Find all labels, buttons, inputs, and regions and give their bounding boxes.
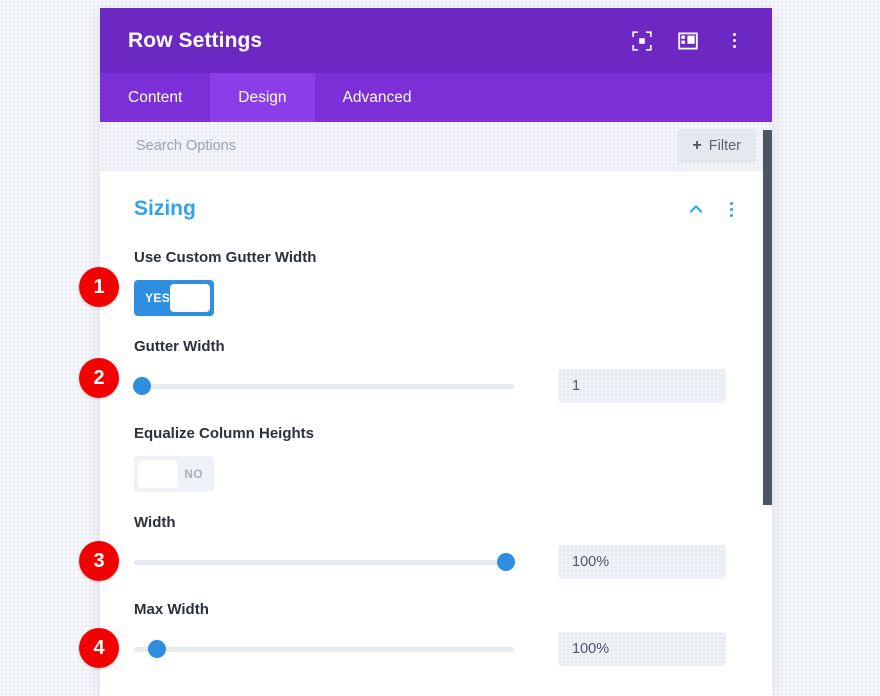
- panel-scrollbar[interactable]: [763, 130, 772, 505]
- field-label: Use Custom Gutter Width: [134, 249, 317, 266]
- search-input[interactable]: [134, 137, 678, 155]
- field-equalize-column-heights: Equalize Column Heights NO: [134, 425, 738, 492]
- titlebar-actions: [632, 30, 744, 51]
- slider-row: 100%: [134, 632, 738, 666]
- settings-tabs: Content Design Advanced: [100, 73, 772, 122]
- focus-frame-icon[interactable]: [632, 30, 652, 51]
- value-width[interactable]: 100%: [558, 545, 726, 579]
- annotation-badge-3: 3: [79, 541, 119, 581]
- filter-button-label: Filter: [708, 138, 741, 154]
- field-label: Gutter Width: [134, 338, 225, 355]
- layout-split-icon[interactable]: [678, 31, 698, 51]
- field-gutter-width: Gutter Width 1: [132, 338, 738, 403]
- tab-design[interactable]: Design: [210, 73, 315, 122]
- panel-titlebar: Row Settings: [100, 8, 772, 73]
- annotation-badge-1: 1: [79, 267, 119, 307]
- slider-thumb[interactable]: [132, 377, 151, 395]
- slider-track: [134, 559, 514, 565]
- field-label: Width: [134, 514, 176, 531]
- slider-gutter-width[interactable]: [132, 375, 514, 397]
- section-title: Sizing: [134, 197, 196, 220]
- section-more-vertical-icon[interactable]: [724, 200, 738, 218]
- value-max-width[interactable]: 100%: [558, 632, 726, 666]
- dot: [729, 207, 733, 211]
- field-label: Equalize Column Heights: [134, 425, 315, 442]
- toggle-use-custom-gutter-width[interactable]: YES: [134, 280, 214, 316]
- tab-advanced[interactable]: Advanced: [315, 73, 440, 122]
- slider-max-width[interactable]: [134, 638, 514, 660]
- row-settings-panel: Row Settings Content Design Advanced Sea…: [100, 8, 772, 696]
- plus-icon: +: [692, 137, 702, 154]
- slider-row: 100%: [134, 545, 738, 579]
- toggle-equalize-column-heights[interactable]: NO: [134, 456, 214, 492]
- field-max-width: Max Width 100%: [134, 601, 738, 666]
- section-header-sizing: Sizing: [134, 171, 738, 227]
- filter-button[interactable]: + Filter: [677, 129, 756, 163]
- slider-thumb[interactable]: [497, 553, 516, 571]
- toggle-knob: [170, 284, 210, 312]
- slider-thumb[interactable]: [147, 640, 166, 658]
- annotation-badge-2: 2: [79, 358, 119, 398]
- page-title: Row Settings: [128, 28, 263, 52]
- search-row: + Filter: [100, 122, 772, 171]
- tab-content[interactable]: Content: [100, 73, 210, 122]
- value-gutter-width[interactable]: 1: [558, 369, 726, 403]
- dot: [729, 213, 733, 217]
- toggle-knob: [138, 460, 178, 488]
- dot: [732, 45, 736, 48]
- toggle-state-label: NO: [184, 467, 203, 481]
- panel-content: Sizing Use Custom Gutter Width YES Gutte…: [100, 171, 772, 666]
- slider-row: 1: [132, 369, 738, 403]
- dot: [732, 33, 736, 36]
- chevron-up-icon[interactable]: [688, 201, 704, 217]
- slider-width[interactable]: [134, 551, 516, 573]
- dot: [729, 201, 733, 205]
- field-width: Width 100%: [134, 514, 738, 579]
- more-vertical-icon[interactable]: [724, 31, 744, 51]
- slider-track: [134, 646, 514, 652]
- field-use-custom-gutter-width: Use Custom Gutter Width YES: [134, 249, 738, 316]
- slider-track: [134, 383, 514, 389]
- field-label: Max Width: [134, 601, 209, 618]
- annotation-badge-4: 4: [79, 628, 119, 668]
- section-actions: [688, 200, 738, 218]
- dot: [732, 39, 736, 42]
